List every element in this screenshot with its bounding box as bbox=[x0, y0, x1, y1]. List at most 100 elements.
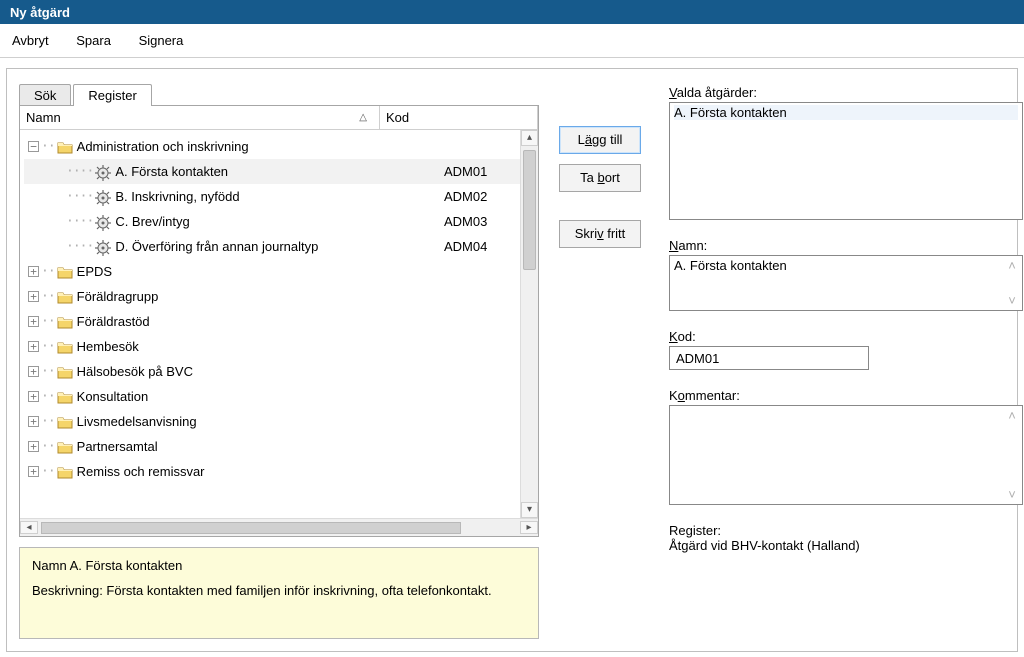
tree-header-code[interactable]: Kod bbox=[380, 106, 538, 129]
remove-button-pre: Ta bbox=[580, 170, 597, 185]
tree-leaf-code: ADM01 bbox=[444, 164, 487, 179]
tree-folder-expanded[interactable]: − ·· Administration och inskrivning bbox=[24, 134, 520, 159]
collapse-icon[interactable]: − bbox=[28, 141, 39, 152]
tree-connector: ·· bbox=[41, 389, 55, 404]
tree-folder-label: Livsmedelsanvisning bbox=[77, 414, 197, 429]
folder-icon bbox=[57, 340, 73, 354]
scroll-track[interactable] bbox=[521, 148, 538, 500]
remove-button[interactable]: Ta bort bbox=[559, 164, 641, 192]
scroll-down-icon[interactable]: ˅ bbox=[1004, 487, 1020, 502]
lbl-com-mn: o bbox=[678, 388, 685, 403]
tree-connector: ···· bbox=[66, 239, 93, 254]
selected-actions-label: Valda åtgärder: bbox=[669, 85, 1023, 100]
scroll-right-icon[interactable]: ▸ bbox=[520, 521, 538, 534]
free-text-button[interactable]: Skriv fritt bbox=[559, 220, 641, 248]
folder-icon bbox=[57, 365, 73, 379]
hscroll-thumb[interactable] bbox=[41, 522, 461, 534]
tree-leaf-code: ADM03 bbox=[444, 214, 487, 229]
tree-folder-collapsed[interactable]: +·· Livsmedelsanvisning bbox=[24, 409, 520, 434]
tree-folder-label: Föräldragrupp bbox=[77, 289, 159, 304]
expand-icon[interactable]: + bbox=[28, 266, 39, 277]
tree-header-name[interactable]: Namn △ bbox=[20, 106, 380, 129]
tree-folder-collapsed[interactable]: +··Partnersamtal bbox=[24, 434, 520, 459]
scroll-left-icon[interactable]: ◂ bbox=[20, 521, 38, 534]
tree-connector: ·· bbox=[41, 139, 55, 154]
scroll-up-icon[interactable]: ▴ bbox=[521, 130, 538, 146]
register-value: Åtgärd vid BHV-kontakt (Halland) bbox=[669, 538, 1023, 553]
scroll-up-icon[interactable]: ˄ bbox=[1004, 258, 1020, 273]
lbl-com-pre: K bbox=[669, 388, 678, 403]
folder-icon bbox=[57, 140, 73, 154]
tree-leaf[interactable]: ····D. Överföring från annan journaltypA… bbox=[24, 234, 520, 259]
tree-connector: ·· bbox=[41, 364, 55, 379]
add-button-post: gg till bbox=[592, 132, 622, 147]
tree-leaf[interactable]: ····C. Brev/intygADM03 bbox=[24, 209, 520, 234]
tree-body[interactable]: − ·· Administration och inskrivning ····… bbox=[20, 130, 520, 518]
tree-folder-collapsed[interactable]: +··Remiss och remissvar bbox=[24, 459, 520, 484]
add-button[interactable]: Lägg till bbox=[559, 126, 641, 154]
description-name: Namn A. Första kontakten bbox=[32, 558, 526, 573]
tree-leaf[interactable]: ····A. Första kontaktenADM01 bbox=[24, 159, 520, 184]
vertical-scrollbar[interactable]: ▴ ▾ bbox=[520, 130, 538, 518]
code-field-value: ADM01 bbox=[676, 351, 719, 366]
menubar: Avbryt Spara Signera bbox=[0, 24, 1024, 58]
folder-icon bbox=[57, 290, 73, 304]
hscroll-track[interactable] bbox=[38, 522, 520, 534]
tree-folder-label: Hembesök bbox=[77, 339, 139, 354]
tree-view: Namn △ Kod − ·· Administration och inskr… bbox=[19, 105, 539, 537]
tab-search[interactable]: Sök bbox=[19, 84, 71, 106]
tree-folder-collapsed[interactable]: +··Föräldrastöd bbox=[24, 309, 520, 334]
scroll-thumb[interactable] bbox=[523, 150, 536, 270]
cog-icon bbox=[95, 215, 111, 229]
expand-icon[interactable]: + bbox=[28, 416, 39, 427]
add-button-mnemonic: ä bbox=[585, 132, 592, 147]
expand-icon[interactable]: + bbox=[28, 341, 39, 352]
comment-scroll[interactable]: ˄˅ bbox=[1004, 408, 1020, 502]
name-field[interactable]: A. Första kontakten ˄˅ bbox=[669, 255, 1023, 311]
tree-folder-collapsed[interactable]: +··Föräldragrupp bbox=[24, 284, 520, 309]
tree-connector: ·· bbox=[41, 414, 55, 429]
comment-field[interactable]: ˄˅ bbox=[669, 405, 1023, 505]
tree-header: Namn △ Kod bbox=[20, 106, 538, 130]
tree-folder-collapsed[interactable]: +··EPDS bbox=[24, 259, 520, 284]
description-panel: Namn A. Första kontakten Beskrivning: Fö… bbox=[19, 547, 539, 639]
tree-folder-label: Hälsobesök på BVC bbox=[77, 364, 193, 379]
code-field[interactable]: ADM01 bbox=[669, 346, 869, 370]
tree-folder-label: Konsultation bbox=[77, 389, 149, 404]
horizontal-scrollbar[interactable]: ◂ ▸ bbox=[20, 518, 538, 536]
menu-save[interactable]: Spara bbox=[76, 24, 111, 58]
menu-cancel[interactable]: Avbryt bbox=[12, 24, 49, 58]
tree-folder-collapsed[interactable]: +·· Konsultation bbox=[24, 384, 520, 409]
remove-button-post: ort bbox=[605, 170, 620, 185]
expand-icon[interactable]: + bbox=[28, 316, 39, 327]
lbl-name-post: amn: bbox=[678, 238, 707, 253]
remove-button-mnemonic: b bbox=[597, 170, 604, 185]
free-button-post: fritt bbox=[604, 226, 626, 241]
register-label: Register: bbox=[669, 523, 1023, 538]
expand-icon[interactable]: + bbox=[28, 441, 39, 452]
tab-register[interactable]: Register bbox=[73, 84, 151, 106]
scroll-down-icon[interactable]: ˅ bbox=[1004, 293, 1020, 308]
name-scroll[interactable]: ˄˅ bbox=[1004, 258, 1020, 308]
selected-actions-list[interactable]: A. Första kontakten bbox=[669, 102, 1023, 220]
name-field-value: A. Första kontakten bbox=[674, 258, 787, 273]
expand-icon[interactable]: + bbox=[28, 391, 39, 402]
tree-connector: ·· bbox=[41, 264, 55, 279]
scroll-up-icon[interactable]: ˄ bbox=[1004, 408, 1020, 423]
tree-folder-label: Föräldrastöd bbox=[77, 314, 150, 329]
tree-folder-collapsed[interactable]: +·· Hälsobesök på BVC bbox=[24, 359, 520, 384]
tree-folder-label: Partnersamtal bbox=[77, 439, 158, 454]
lbl-code-mn: K bbox=[669, 329, 678, 344]
tree-leaf[interactable]: ····B. Inskrivning, nyföddADM02 bbox=[24, 184, 520, 209]
tree-folder-collapsed[interactable]: +··Hembesök bbox=[24, 334, 520, 359]
lbl-sel-post: alda åtgärder: bbox=[677, 85, 757, 100]
menu-sign[interactable]: Signera bbox=[139, 24, 184, 58]
expand-icon[interactable]: + bbox=[28, 366, 39, 377]
list-item[interactable]: A. Första kontakten bbox=[674, 105, 1018, 120]
tree-folder-label: Administration och inskrivning bbox=[77, 139, 249, 154]
expand-icon[interactable]: + bbox=[28, 466, 39, 477]
scroll-down-icon[interactable]: ▾ bbox=[521, 502, 538, 518]
tree-leaf-code: ADM02 bbox=[444, 189, 487, 204]
expand-icon[interactable]: + bbox=[28, 291, 39, 302]
code-label: Kod: bbox=[669, 329, 1023, 344]
